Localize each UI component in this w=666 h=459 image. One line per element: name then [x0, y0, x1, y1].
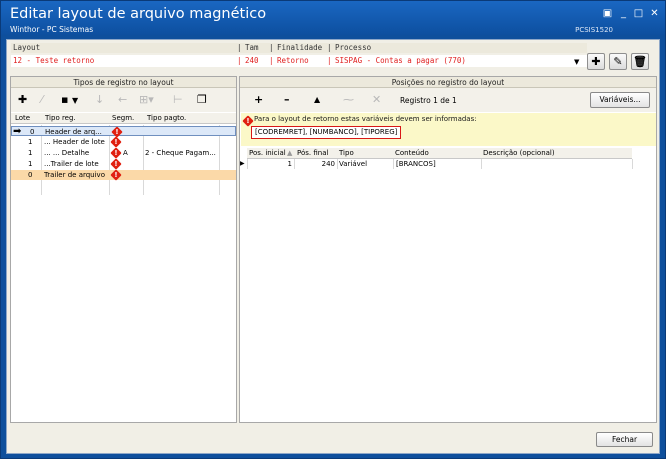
- col-lote: Lote: [15, 114, 31, 122]
- cell-pagto: 2 - Cheque Pagam...: [145, 149, 216, 157]
- error-icon: !: [110, 169, 122, 181]
- error-icon: !: [110, 158, 122, 170]
- note-text: Para o layout de retorno estas variáveis…: [254, 115, 477, 123]
- layout-label: Layout: [13, 43, 41, 52]
- variables-button[interactable]: Variáveis...: [590, 92, 650, 108]
- positions-grid: 1 240 Variável [BRANCOS] ▶: [240, 159, 656, 419]
- tree-icon: ⊢: [173, 93, 183, 106]
- col-pos-inicial: Pos. inicial: [249, 149, 286, 157]
- delete-layout-button[interactable]: 🗑: [631, 53, 649, 70]
- table-row[interactable]: 1 ...Trailer de lote!: [11, 158, 236, 170]
- record-types-grid: 0 Header de arq... ➡! 1... Header de lote! 1…: [11, 125, 236, 422]
- window-title: Editar layout de arquivo magnético: [10, 6, 267, 22]
- error-icon: !: [110, 136, 122, 148]
- client-area: Layout | Tam | Finalidade | Processo 12 …: [6, 39, 660, 454]
- routine-code: PCSIS1520: [575, 26, 613, 34]
- cell-tipo: Variável: [339, 160, 368, 168]
- cell-lote: 1: [28, 149, 33, 157]
- col-pos-final: Pós. final: [297, 149, 329, 157]
- processo-label: Processo: [335, 43, 372, 52]
- col-tipo-pagto: Tipo pagto.: [147, 114, 187, 122]
- window-subtitle: Winthor - PC Sistemas: [10, 25, 94, 34]
- positions-panel: Posições no registro do layout + – ▲ ⁓ ✕…: [239, 76, 657, 423]
- fill-icon: ⊞▾: [139, 93, 154, 106]
- positions-grid-header: Pos. inicial ▲ Pós. final Tipo Conteúdo …: [247, 148, 632, 159]
- tam-label: Tam: [245, 43, 259, 52]
- close-button[interactable]: Fechar: [596, 432, 653, 447]
- record-types-panel: Tipos de registro no layout ✚ ⁄ ▪ ▼ ↓ ← …: [10, 76, 237, 423]
- clear-icon: ✕: [372, 93, 382, 106]
- down-icon: ⁓: [343, 93, 354, 106]
- plus-icon[interactable]: +: [254, 94, 263, 105]
- table-row[interactable]: 0 Header de arq... ➡!: [11, 126, 236, 138]
- title-bar: Editar layout de arquivo magnético Winth…: [1, 1, 665, 35]
- error-icon: !: [110, 147, 122, 159]
- col-tipo: Tipo: [339, 149, 354, 157]
- layout-header: Layout | Tam | Finalidade | Processo: [11, 43, 587, 53]
- record-counter: Registro 1 de 1: [400, 96, 457, 105]
- cell-tipo: Header de arq...: [45, 128, 102, 136]
- finalidade-value: Retorno: [277, 56, 309, 65]
- record-types-title: Tipos de registro no layout: [11, 77, 236, 88]
- dropdown-icon[interactable]: ▼: [72, 95, 78, 106]
- magic-icon: ⁄: [41, 93, 43, 106]
- cell-tipo: Trailer de arquivo: [44, 171, 105, 179]
- table-row[interactable]: 1 240 Variável [BRANCOS] ▶: [240, 159, 656, 169]
- minus-icon[interactable]: –: [284, 94, 290, 105]
- positions-title: Posições no registro do layout: [240, 77, 656, 88]
- cell-lote: 0: [30, 128, 35, 136]
- add-icon[interactable]: ✚: [18, 94, 27, 105]
- record-types-grid-header: Lote Tipo reg. Segm. Tipo pagto.: [11, 113, 236, 124]
- delete-icon[interactable]: ▪: [61, 94, 68, 105]
- cell-lote: 0: [28, 171, 33, 179]
- col-tipo-reg: Tipo reg.: [45, 114, 76, 122]
- finalidade-label: Finalidade: [277, 43, 323, 52]
- positions-toolbar: + – ▲ ⁓ ✕ Registro 1 de 1 Variáveis...: [240, 88, 656, 112]
- table-row[interactable]: 1 ... Header de lote!: [11, 136, 236, 148]
- row-indicator-icon: ▶: [240, 160, 245, 167]
- arrow-down-icon: ↓: [95, 93, 105, 106]
- table-row[interactable]: 0 Trailer de arquivo!: [11, 169, 236, 181]
- layout-value: 12 - Teste retorno: [13, 56, 95, 65]
- col-descricao: Descrição (opcional): [483, 149, 555, 157]
- record-types-toolbar: ✚ ⁄ ▪ ▼ ↓ ← ⊞▾ ⊢ ❐: [11, 88, 236, 112]
- error-icon: !: [111, 126, 123, 138]
- variables-note: ! Para o layout de retorno estas variáve…: [241, 113, 656, 146]
- chevron-down-icon[interactable]: ▼: [574, 58, 579, 66]
- add-layout-button[interactable]: ✚: [587, 53, 605, 70]
- tam-value: 240: [245, 56, 259, 65]
- cell-pos-final: 240: [321, 160, 335, 168]
- error-icon: !: [242, 115, 254, 127]
- layout-select[interactable]: 12 - Teste retorno | 240 | Retorno | SIS…: [11, 55, 587, 67]
- cell-tipo: ... Header de lote: [44, 138, 105, 146]
- arrow-left-icon: ←: [118, 93, 128, 106]
- minimize-icon[interactable]: _: [618, 8, 629, 19]
- copy-icon[interactable]: ❐: [197, 94, 207, 105]
- cell-conteudo: [BRANCOS]: [396, 160, 436, 168]
- required-variables: [CODREMRET], [NUMBANCO], [TIPOREG]: [251, 126, 402, 139]
- resize-icon[interactable]: ▣: [602, 8, 613, 19]
- current-row-arrow-icon: ➡: [13, 127, 22, 136]
- cell-lote: 1: [28, 160, 33, 168]
- cell-tipo: ...Trailer de lote: [44, 160, 99, 168]
- close-icon[interactable]: ✕: [649, 8, 660, 19]
- cell-pos-inicial: 1: [287, 160, 292, 168]
- edit-layout-button[interactable]: ✎: [609, 53, 627, 70]
- cell-tipo: ... ... Detalhe: [44, 149, 90, 157]
- up-icon[interactable]: ▲: [314, 94, 320, 105]
- cell-lote: 1: [28, 138, 33, 146]
- app-window: Editar layout de arquivo magnético Winth…: [0, 0, 666, 459]
- maximize-icon[interactable]: □: [633, 8, 644, 19]
- col-conteudo: Conteúdo: [395, 149, 429, 157]
- col-segm: Segm.: [112, 114, 135, 122]
- processo-value: SISPAG - Contas a pagar (770): [335, 56, 466, 65]
- cell-segm: A: [123, 149, 128, 157]
- table-row[interactable]: 1 ... ... Detalhe A 2 - Cheque Pagam...!: [11, 147, 236, 159]
